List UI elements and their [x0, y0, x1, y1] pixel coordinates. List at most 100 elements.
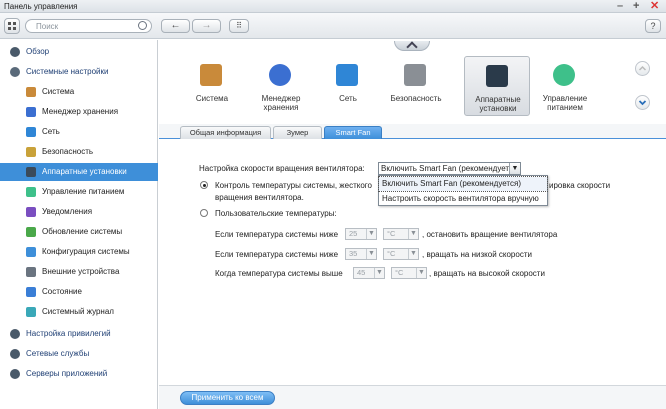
network-icon	[26, 127, 36, 137]
sidebar-item-label: Сеть	[42, 127, 60, 136]
sidebar-item-label: Сетевые службы	[26, 349, 90, 358]
category-iconbar: Система Менеджер хранения Сеть Безопасность…	[159, 40, 666, 123]
bulb-icon	[553, 64, 575, 86]
rule-1-action: , остановить вращение вентилятора	[422, 230, 558, 239]
category-1[interactable]: Система	[179, 56, 245, 116]
sidebar-item-label: Управление питанием	[42, 187, 125, 196]
sidebar-item-8[interactable]: Управление питанием	[0, 183, 158, 201]
search-placeholder: Поиск	[36, 22, 59, 31]
rule-1-label: Если температура системы ниже	[215, 230, 339, 239]
auto-control-label-tail: ировка скорости	[549, 181, 611, 190]
category-label: Сеть	[339, 94, 357, 103]
rule-2-temp-select[interactable]: 35 ▼	[345, 248, 377, 260]
apply-to-all-button[interactable]: Применить ко всем	[180, 391, 275, 405]
sidebar-item-14[interactable]: Системный журнал	[0, 303, 158, 321]
chevron-up-icon	[638, 65, 647, 71]
lock-icon	[26, 147, 36, 157]
maximize-button[interactable]: +	[633, 0, 639, 12]
custom-temp-label: Пользовательские температуры:	[215, 209, 337, 218]
apps-grid-icon: ⠿	[236, 21, 242, 30]
sidebar-item-13[interactable]: Состояние	[0, 283, 158, 301]
tab-bar: Общая информация Зумер Smart Fan	[159, 124, 666, 139]
rule-2-unit-select[interactable]: °C ▼	[383, 248, 419, 260]
sidebar-item-2[interactable]: Системные настройки	[0, 63, 158, 81]
home-grid-icon	[8, 22, 16, 30]
globe-icon	[10, 349, 20, 359]
network-icon	[336, 64, 358, 86]
forward-button[interactable]: →	[192, 19, 221, 33]
external-device-icon	[26, 267, 36, 277]
tab-smart-fan[interactable]: Smart Fan	[324, 126, 382, 139]
sidebar-item-7[interactable]: Аппаратные установки	[0, 163, 158, 181]
sidebar-item-4[interactable]: Менеджер хранения	[0, 103, 158, 121]
collapse-panel-button[interactable]	[394, 41, 430, 51]
sidebar-item-1[interactable]: Обзор	[0, 43, 158, 61]
rule-1-temp-select[interactable]: 25 ▼	[345, 228, 377, 240]
minimize-button[interactable]: –	[617, 0, 623, 12]
storage-icon	[269, 64, 291, 86]
category-4[interactable]: Безопасность	[383, 56, 449, 116]
system-icon	[26, 87, 36, 97]
sidebar-item-label: Состояние	[42, 287, 82, 296]
lock-icon	[404, 64, 426, 86]
chevron-down-icon: ▼	[509, 163, 520, 174]
category-label: Система	[195, 94, 229, 103]
sidebar-item-3[interactable]: Система	[0, 83, 158, 101]
home-button[interactable]	[4, 18, 20, 34]
rule-3-label: Когда температура системы выше	[215, 269, 343, 278]
custom-temp-radio[interactable]	[200, 209, 208, 217]
option-manual-speed[interactable]: Настроить скорость вентилятора вручную	[379, 192, 547, 206]
search-icon	[138, 21, 147, 30]
scroll-down-button[interactable]	[635, 95, 650, 110]
forward-arrow-icon: →	[201, 20, 212, 31]
sidebar-item-9[interactable]: Уведомления	[0, 203, 158, 221]
category-label: Аппаратные установки	[475, 95, 521, 113]
rule-3-unit-select[interactable]: °C ▼	[391, 267, 427, 279]
sidebar-item-label: Конфигурация системы	[42, 247, 130, 256]
close-button[interactable]: ✕	[650, 0, 659, 12]
status-icon	[26, 287, 36, 297]
config-icon	[26, 247, 36, 257]
sidebar-item-17[interactable]: Серверы приложений	[0, 365, 158, 383]
auto-control-radio[interactable]	[200, 181, 208, 189]
category-3[interactable]: Сеть	[315, 56, 381, 116]
sidebar-item-12[interactable]: Внешние устройства	[0, 263, 158, 281]
sidebar-item-5[interactable]: Сеть	[0, 123, 158, 141]
sidebar-item-label: Менеджер хранения	[42, 107, 119, 116]
rule-2-action: , вращать на низкой скорости	[422, 250, 532, 259]
category-5[interactable]: Аппаратные установки	[464, 56, 530, 116]
category-label: Менеджер хранения	[261, 94, 301, 112]
toolbar: Поиск ← → ⠿ ?	[0, 13, 666, 39]
help-button[interactable]: ?	[645, 19, 661, 33]
sidebar-item-11[interactable]: Конфигурация системы	[0, 243, 158, 261]
back-button[interactable]: ←	[161, 19, 190, 33]
main-panel: Система Менеджер хранения Сеть Безопасность…	[159, 40, 666, 409]
sidebar-item-label: Серверы приложений	[26, 369, 108, 378]
sidebar: Обзор Системные настройки Система Менеджер …	[0, 40, 158, 409]
sidebar-item-6[interactable]: Безопасность	[0, 143, 158, 161]
search-input[interactable]: Поиск	[25, 19, 152, 33]
rule-1-unit-select[interactable]: °C ▼	[383, 228, 419, 240]
sidebar-item-10[interactable]: Обновление системы	[0, 223, 158, 241]
fan-mode-select[interactable]: Включить Smart Fan (рекомендуется) ▼	[378, 162, 521, 175]
sidebar-item-15[interactable]: Настройка привилегий	[0, 325, 158, 343]
option-smart-fan[interactable]: Включить Smart Fan (рекомендуется)	[378, 176, 548, 192]
scroll-up-button[interactable]	[635, 61, 650, 76]
rule-3-temp-select[interactable]: 45 ▼	[353, 267, 385, 279]
category-2[interactable]: Менеджер хранения	[248, 56, 314, 116]
category-label: Безопасность	[390, 94, 442, 103]
chevron-down-icon: ▼	[408, 229, 418, 239]
category-6[interactable]: Управление питанием	[532, 56, 598, 116]
rule-3-action: , вращать на высокой скорости	[429, 269, 545, 278]
sidebar-item-16[interactable]: Сетевые службы	[0, 345, 158, 363]
tab-general-info[interactable]: Общая информация	[180, 126, 271, 139]
notification-icon	[26, 207, 36, 217]
sidebar-item-label: Настройка привилегий	[26, 329, 111, 338]
fan-mode-options: Включить Smart Fan (рекомендуется) Настр…	[378, 175, 548, 206]
hardware-icon	[26, 167, 36, 177]
server-icon	[10, 369, 20, 379]
tab-buzzer[interactable]: Зумер	[273, 126, 322, 139]
overview-icon	[10, 47, 20, 57]
apps-button[interactable]: ⠿	[229, 19, 249, 33]
rule-2-label: Если температура системы ниже	[215, 250, 339, 259]
